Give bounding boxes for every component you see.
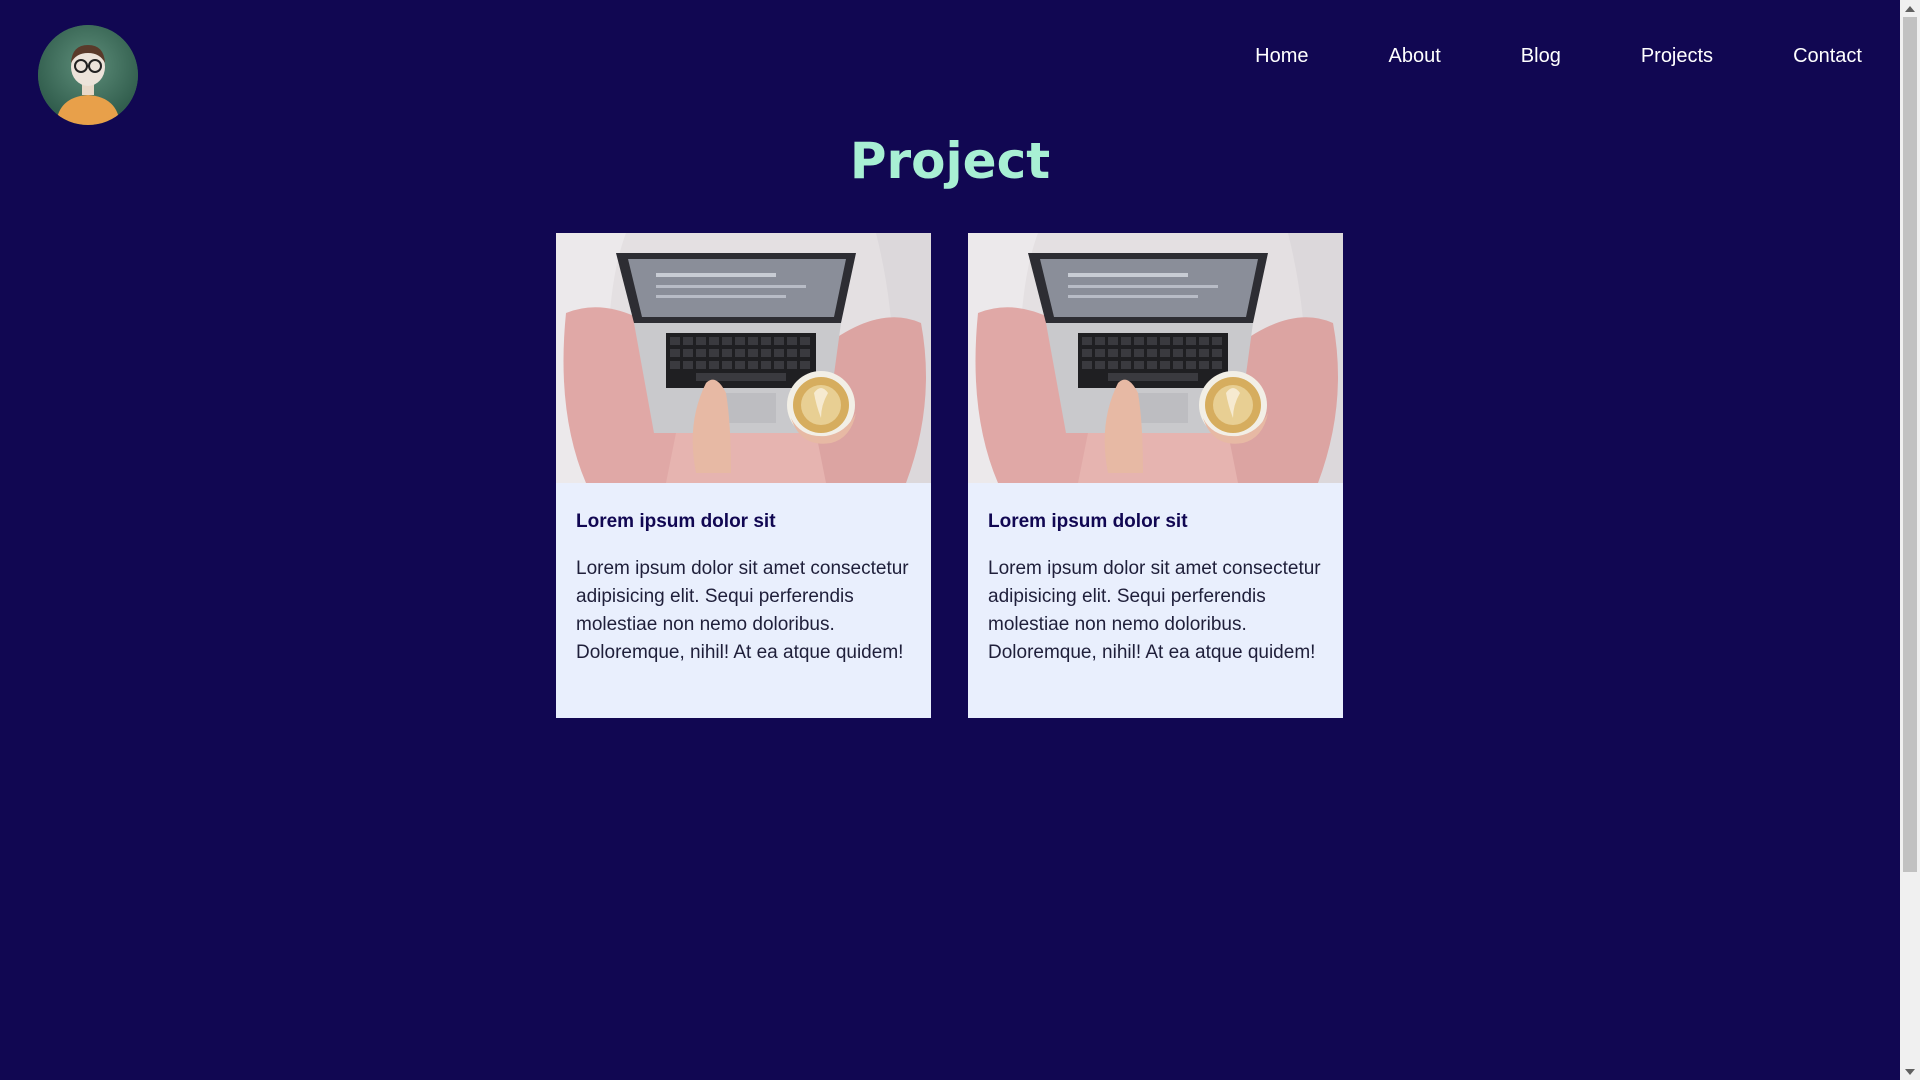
avatar-logo[interactable] <box>38 25 138 125</box>
card-title: Lorem ipsum dolor sit <box>576 511 776 532</box>
main-nav: Home About Blog Projects Contact <box>1255 40 1862 73</box>
project-card[interactable]: Lorem ipsum dolor sit Lorem ipsum dolor … <box>968 233 1343 718</box>
project-card[interactable]: Lorem ipsum dolor sit Lorem ipsum dolor … <box>556 233 931 718</box>
card-description: Lorem ipsum dolor sit amet consectetur a… <box>576 558 909 663</box>
nav-contact[interactable]: Contact <box>1793 40 1862 73</box>
avatar-icon <box>38 25 138 125</box>
nav-about[interactable]: About <box>1389 40 1441 73</box>
card-body: Lorem ipsum dolor sit Lorem ipsum dolor … <box>968 483 1343 687</box>
page: Home About Blog Projects Contact Project <box>0 0 1900 1080</box>
project-image <box>968 233 1343 483</box>
vertical-scrollbar[interactable] <box>1900 0 1920 1080</box>
scroll-up-arrow-icon[interactable] <box>1900 0 1920 17</box>
site-header: Home About Blog Projects Contact <box>0 0 1900 125</box>
card-description: Lorem ipsum dolor sit amet consectetur a… <box>988 558 1321 663</box>
project-image <box>556 233 931 483</box>
page-title: Project <box>849 132 1051 190</box>
project-cards: Lorem ipsum dolor sit Lorem ipsum dolor … <box>556 233 1343 718</box>
nav-home[interactable]: Home <box>1255 40 1308 73</box>
scroll-down-arrow-icon[interactable] <box>1900 1063 1920 1080</box>
card-body: Lorem ipsum dolor sit Lorem ipsum dolor … <box>556 483 931 687</box>
nav-blog[interactable]: Blog <box>1521 40 1561 73</box>
card-title: Lorem ipsum dolor sit <box>988 511 1188 532</box>
nav-projects[interactable]: Projects <box>1641 40 1713 73</box>
scroll-thumb[interactable] <box>1903 17 1917 872</box>
